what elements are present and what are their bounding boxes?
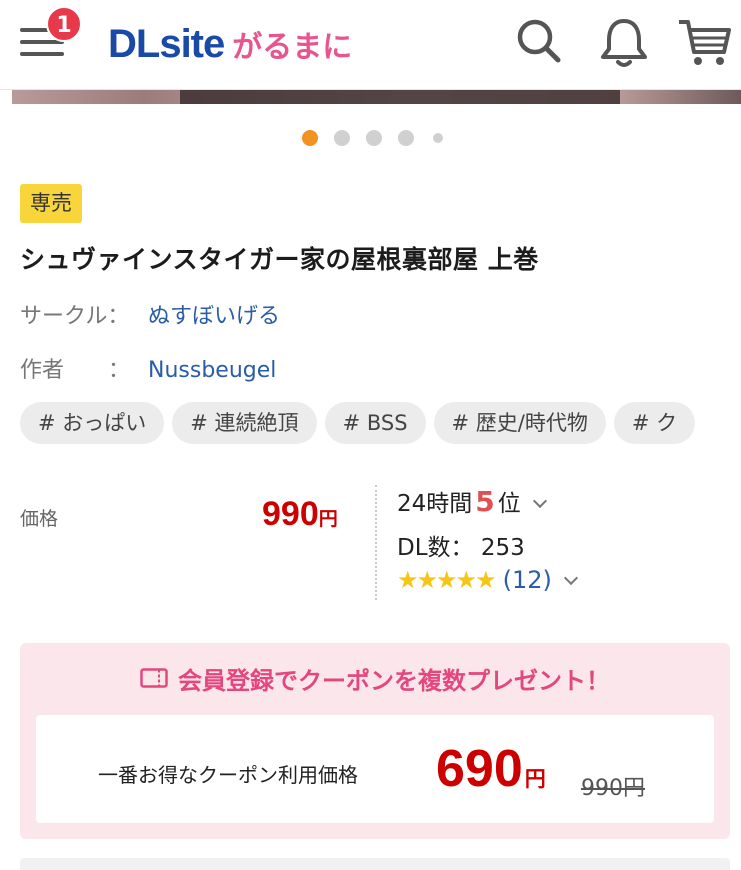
cart-icon[interactable] bbox=[676, 16, 732, 74]
chevron-down-icon[interactable] bbox=[563, 570, 578, 586]
rating[interactable]: ★★★★★ (12) bbox=[397, 566, 578, 594]
coupon-headline-text: 会員登録でクーポンを複数プレゼント！ bbox=[178, 667, 610, 695]
circle-link[interactable]: ぬすぼいげる bbox=[148, 304, 280, 329]
coupon-headline[interactable]: 会員登録でクーポンを複数プレゼント！ bbox=[20, 661, 730, 696]
rank-number: 5 bbox=[475, 485, 495, 518]
price-value: 990円 bbox=[262, 495, 338, 534]
tag-chip[interactable]: # 連続絶頂 bbox=[172, 402, 317, 444]
carousel-dot[interactable] bbox=[334, 130, 350, 146]
rank-suffix: 位 bbox=[497, 491, 521, 517]
header: 1 DLsite がるまに bbox=[0, 0, 741, 90]
carousel-dot[interactable] bbox=[398, 130, 414, 146]
next-section bbox=[20, 858, 730, 870]
carousel-dot[interactable] bbox=[366, 130, 382, 146]
carousel-dot[interactable] bbox=[433, 133, 443, 143]
star-rating-icon: ★★★★★ bbox=[397, 566, 497, 594]
download-count: DL数： 253 bbox=[397, 528, 525, 562]
tag-chip[interactable]: # BSS bbox=[324, 402, 426, 444]
product-image-shade bbox=[180, 90, 620, 104]
menu-bar bbox=[20, 52, 64, 56]
original-price: 990円 bbox=[581, 776, 645, 801]
search-icon[interactable] bbox=[514, 16, 564, 70]
coupon-card: 一番お得なクーポン利用価格 690円 990円 bbox=[36, 715, 714, 823]
exclusive-badge: 専売 bbox=[20, 184, 82, 223]
tag-chip[interactable]: # 歴史/時代物 bbox=[433, 402, 606, 444]
author-row: 作者 ： Nussbeugel bbox=[20, 352, 276, 384]
bell-icon[interactable] bbox=[598, 16, 650, 74]
site-logo[interactable]: DLsite がるまに bbox=[108, 22, 352, 66]
coupon-icon bbox=[140, 666, 168, 694]
author-link[interactable]: Nussbeugel bbox=[148, 358, 276, 383]
price-unit: 円 bbox=[318, 509, 338, 530]
circle-row: サークル： ぬすぼいげる bbox=[20, 298, 280, 330]
dl-value: 253 bbox=[480, 535, 525, 561]
notification-badge: 1 bbox=[46, 6, 82, 42]
logo-sub: がるまに bbox=[232, 30, 353, 65]
price-label: 価格 bbox=[20, 508, 59, 530]
dl-label: DL数： bbox=[397, 535, 474, 561]
rating-count[interactable]: (12) bbox=[503, 566, 552, 594]
coupon-price: 690円 bbox=[436, 741, 546, 808]
chevron-down-icon[interactable] bbox=[532, 493, 547, 509]
author-label: 作者 ： bbox=[20, 358, 131, 383]
coupon-label: 一番お得なクーポン利用価格 bbox=[98, 763, 358, 787]
logo-main: DLsite bbox=[108, 22, 225, 66]
carousel-dot[interactable] bbox=[302, 130, 318, 146]
price-number: 990 bbox=[262, 495, 319, 533]
tag-chip[interactable]: # ク bbox=[613, 402, 696, 444]
tag-chip[interactable]: # おっぱい bbox=[20, 402, 165, 444]
ranking[interactable]: 24時間 5 位 bbox=[397, 484, 547, 518]
circle-label: サークル： bbox=[20, 304, 130, 329]
coupon-price-unit: 円 bbox=[524, 768, 546, 791]
divider bbox=[375, 485, 377, 600]
product-title: シュヴァインスタイガー家の屋根裏部屋 上巻 bbox=[20, 245, 539, 274]
coupon-price-number: 690 bbox=[436, 740, 523, 798]
rank-prefix: 24時間 bbox=[397, 491, 473, 517]
tag-list: # おっぱい # 連続絶頂 # BSS # 歴史/時代物 # ク bbox=[20, 402, 730, 444]
coupon-panel: 会員登録でクーポンを複数プレゼント！ 一番お得なクーポン利用価格 690円 99… bbox=[20, 643, 730, 839]
